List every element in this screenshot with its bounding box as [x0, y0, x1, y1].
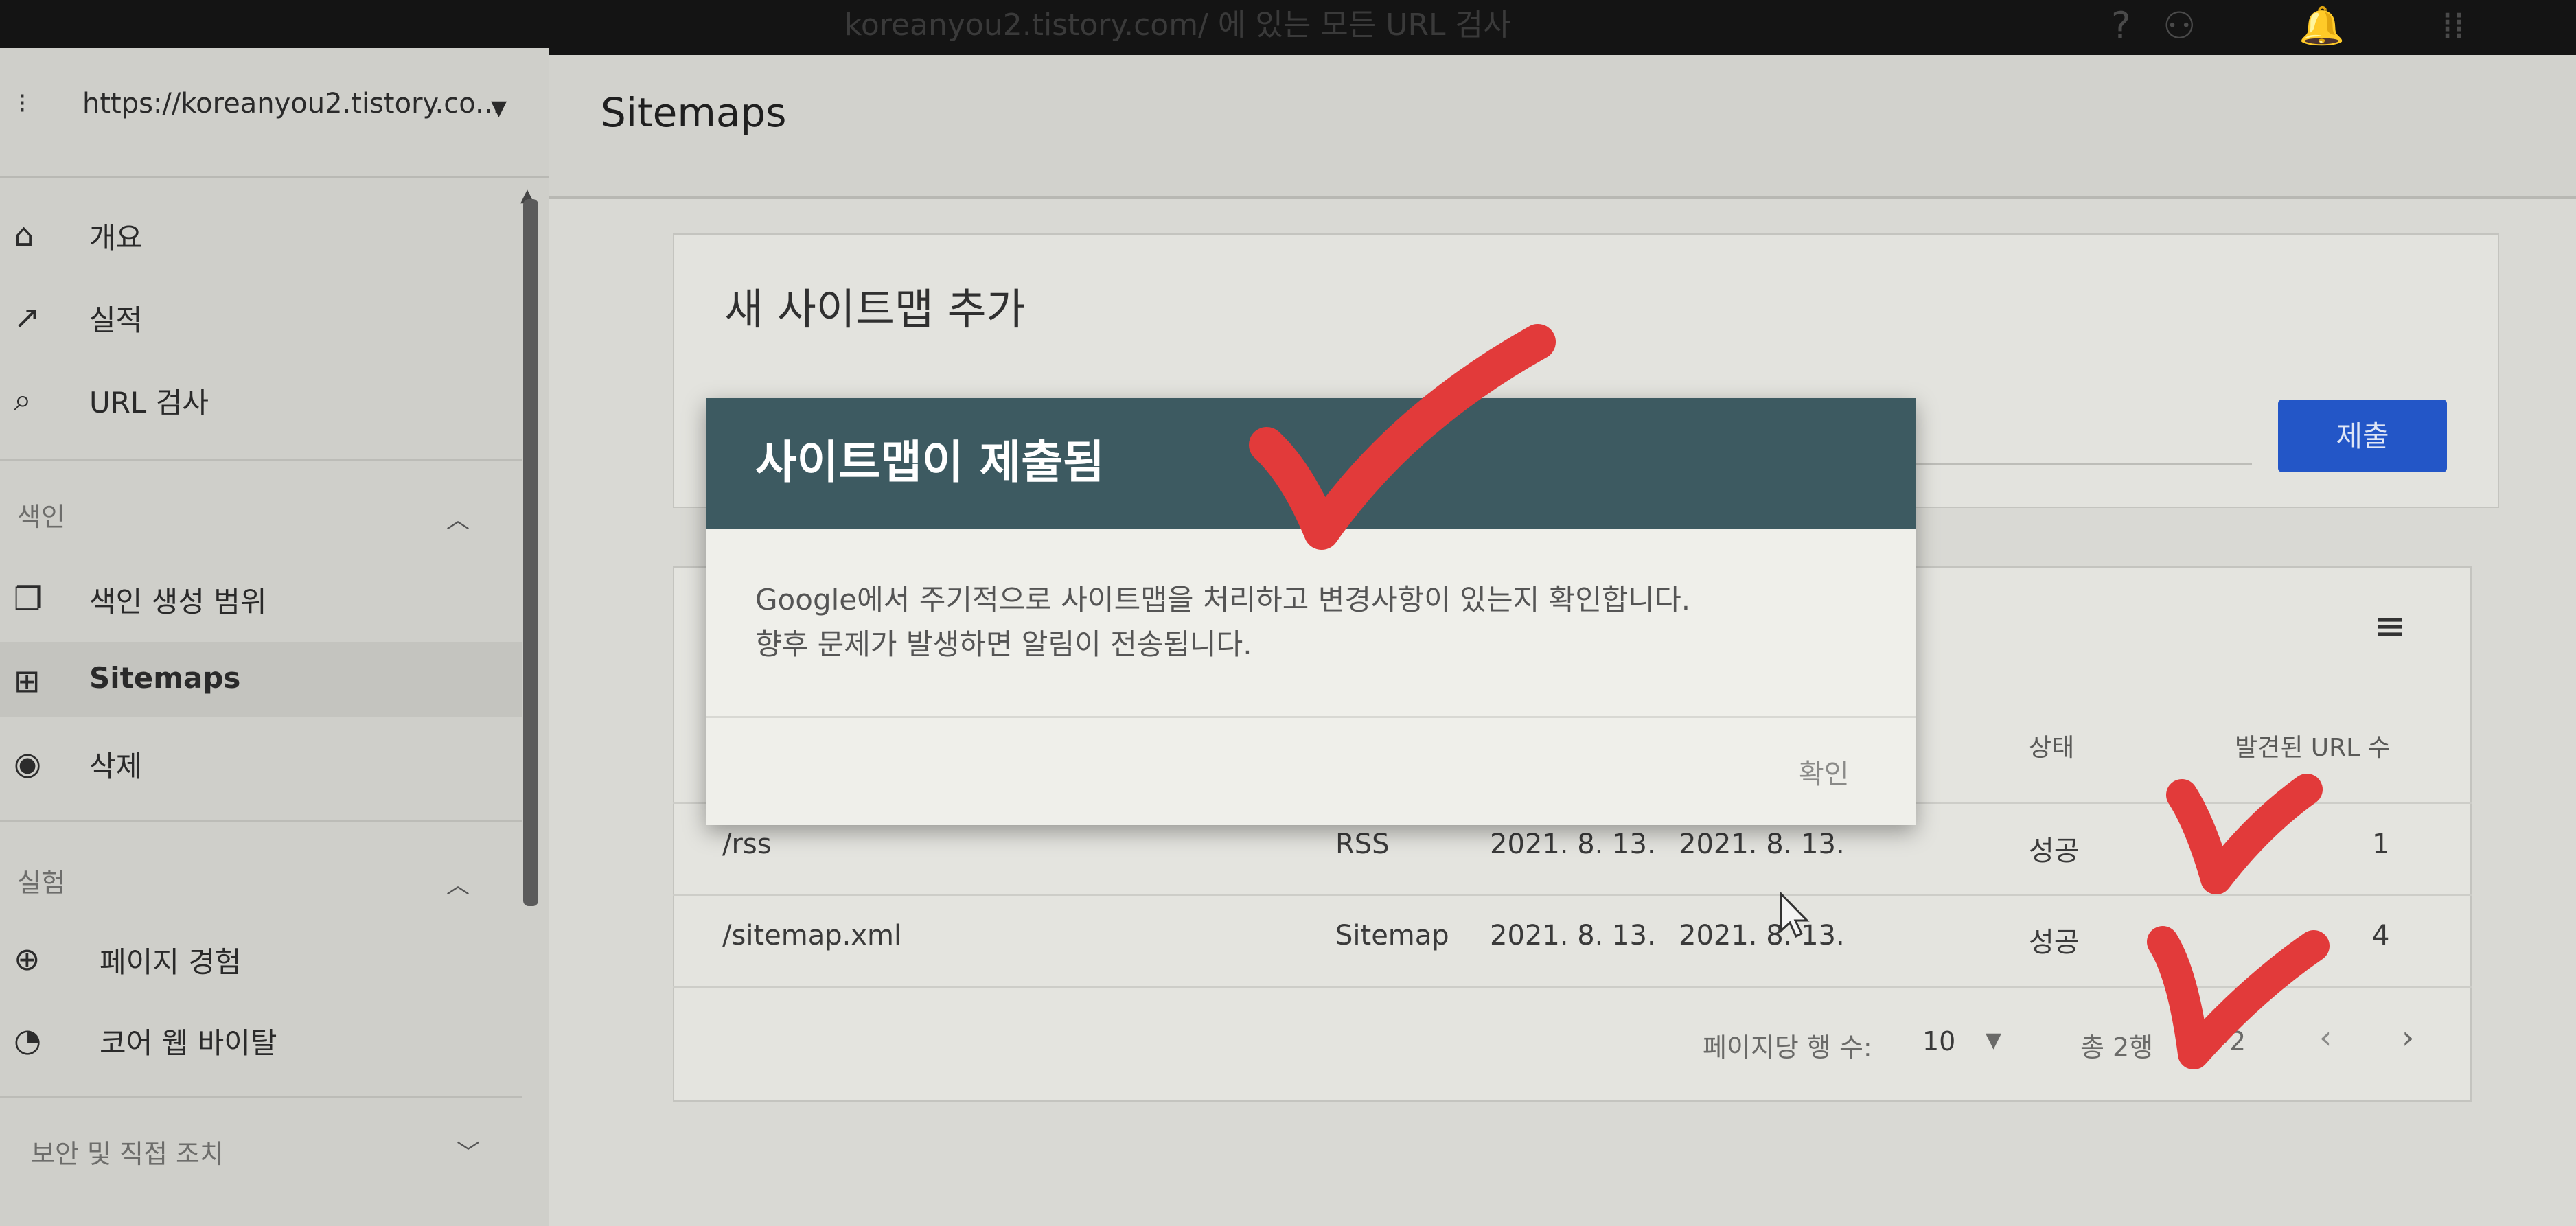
sidebar-divider	[0, 1096, 522, 1098]
property-url[interactable]: https://koreanyou2.tistory.co...	[82, 88, 501, 119]
caret-down-icon[interactable]: ▼	[491, 96, 507, 120]
section-index-title: 색인	[17, 502, 65, 532]
rows-per-page-label: 페이지당 행 수:	[1703, 1032, 1872, 1063]
cell-path: /sitemap.xml	[722, 920, 902, 951]
sidebar-item-label: 삭제	[89, 750, 143, 783]
chevron-down-icon[interactable]: ﹀	[457, 1134, 480, 1168]
search-icon: ⌕	[14, 381, 32, 418]
cell-submitted: 2021. 8. 13.	[1490, 920, 1656, 951]
plus-circle-icon: ⊕	[14, 940, 41, 978]
table-row[interactable]: /sitemap.xml Sitemap 2021. 8. 13. 2021. …	[673, 897, 2472, 986]
column-header-status[interactable]: 상태	[2029, 728, 2074, 763]
gauge-icon: ◔	[14, 1021, 42, 1059]
home-icon: ⌂	[14, 216, 34, 253]
sidebar-divider	[0, 459, 522, 461]
filter-icon[interactable]: ≡	[2374, 604, 2406, 649]
table-divider	[673, 894, 2472, 896]
cell-type: RSS	[1335, 829, 1390, 860]
url-inspect-search[interactable]: koreanyou2.tistory.com/ 에 있는 모든 URL 검사	[844, 0, 1511, 44]
cell-path: /rss	[722, 829, 772, 860]
sidebar-item-overview[interactable]: ⌂ 개요	[0, 196, 522, 271]
cell-status: 성공	[2029, 835, 2080, 867]
sidebar-item-label: 색인 생성 범위	[89, 585, 267, 618]
cell-status: 성공	[2029, 927, 2080, 958]
add-sitemap-title: 새 사이트맵 추가	[724, 284, 1026, 334]
sidebar-item-label: Sitemaps	[89, 661, 241, 695]
table-divider	[673, 986, 2472, 988]
property-selector[interactable]	[0, 62, 549, 178]
sidebar-item-label: 코어 웹 바이탈	[100, 1026, 277, 1060]
dialog-message-line-1: Google에서 주기적으로 사이트맵을 처리하고 변경사항이 있는지 확인합니…	[755, 583, 1691, 616]
sidebar-item-sitemaps[interactable]: ⊞ Sitemaps	[0, 642, 522, 717]
sidebar-item-core-web-vitals[interactable]: ◔ 코어 웹 바이탈	[0, 1001, 522, 1076]
sidebar-item-url-inspection[interactable]: ⌕ URL 검사	[0, 360, 522, 436]
cell-last-read: 2021. 8. 13.	[1679, 920, 1845, 951]
prev-page-icon[interactable]: ‹	[2319, 1019, 2332, 1056]
sitemap-icon: ⊞	[14, 662, 41, 699]
sidebar-item-performance[interactable]: ↗ 실적	[0, 278, 522, 354]
property-icon: ⁝	[18, 88, 27, 119]
trending-icon: ↗	[14, 299, 41, 336]
main-header	[549, 55, 2576, 199]
caret-down-icon[interactable]: ▼	[1986, 1028, 2001, 1052]
page-title: Sitemaps	[601, 89, 787, 136]
section-experience-title: 실험	[17, 868, 65, 898]
account-manage-icon[interactable]: ⚇	[2163, 4, 2196, 47]
sidebar-item-page-experience[interactable]: ⊕ 페이지 경험	[0, 920, 522, 995]
sidebar-item-label: 실적	[89, 303, 143, 337]
dialog-message-line-2: 향후 문제가 발생하면 알림이 전송됩니다.	[755, 627, 1252, 661]
eye-off-icon: ◉	[14, 745, 42, 782]
sidebar-divider	[0, 820, 522, 822]
rows-per-page-select[interactable]: 10	[1922, 1026, 1955, 1056]
dialog-title: 사이트맵이 제출됨	[755, 436, 1105, 489]
ok-button[interactable]: 확인	[1799, 752, 1850, 791]
pagination-total: 총 2행	[2080, 1032, 2154, 1063]
help-icon[interactable]: ?	[2111, 4, 2131, 47]
copy-icon: ❐	[14, 580, 43, 617]
dialog-divider	[706, 716, 1916, 718]
submit-button[interactable]: 제출	[2278, 400, 2447, 472]
cell-submitted: 2021. 8. 13.	[1490, 829, 1656, 860]
cell-count: 4	[2372, 920, 2390, 951]
chevron-up-icon[interactable]: ︿	[446, 866, 470, 900]
sidebar-scrollbar[interactable]	[523, 199, 538, 906]
cell-last-read: 2021. 8. 13.	[1679, 829, 1845, 860]
chevron-up-icon[interactable]: ︿	[446, 501, 470, 535]
section-security-title: 보안 및 직접 조치	[31, 1139, 224, 1169]
cell-count: 1	[2372, 829, 2390, 860]
sidebar-item-label: 페이지 경험	[100, 945, 242, 979]
cell-type: Sitemap	[1335, 920, 1449, 951]
sidebar-item-removals[interactable]: ◉ 삭제	[0, 724, 522, 800]
bell-icon[interactable]: 🔔	[2299, 4, 2345, 48]
column-header-found-urls[interactable]: 발견된 URL 수	[2235, 728, 2391, 763]
apps-icon[interactable]: ⁞⁞	[2441, 4, 2465, 47]
sidebar-item-coverage[interactable]: ❐ 색인 생성 범위	[0, 559, 522, 635]
sitemap-url-input[interactable]	[1916, 463, 2252, 465]
sidebar-item-label: URL 검사	[89, 386, 209, 419]
pagination-range: ~2	[2207, 1026, 2246, 1056]
sidebar-item-label: 개요	[89, 221, 143, 255]
next-page-icon[interactable]: ›	[2402, 1019, 2414, 1056]
mouse-cursor-icon	[1780, 892, 1810, 938]
